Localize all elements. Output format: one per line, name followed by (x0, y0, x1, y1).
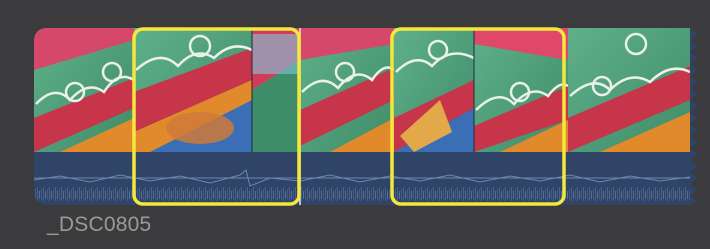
video-frame-3 (252, 28, 300, 152)
clip-continues-edge (690, 28, 698, 205)
clip-filmstrip[interactable] (0, 0, 710, 244)
clip-name-label: _DSC0805 (47, 213, 152, 236)
video-frame-6 (474, 28, 569, 152)
video-frame-4 (300, 28, 395, 152)
video-frame-1 (34, 28, 135, 152)
video-frame-5 (394, 28, 475, 152)
timeline-clip-panel: _DSC0805 (0, 0, 710, 244)
video-frame-7 (568, 28, 690, 152)
video-frame-2 (134, 28, 253, 152)
